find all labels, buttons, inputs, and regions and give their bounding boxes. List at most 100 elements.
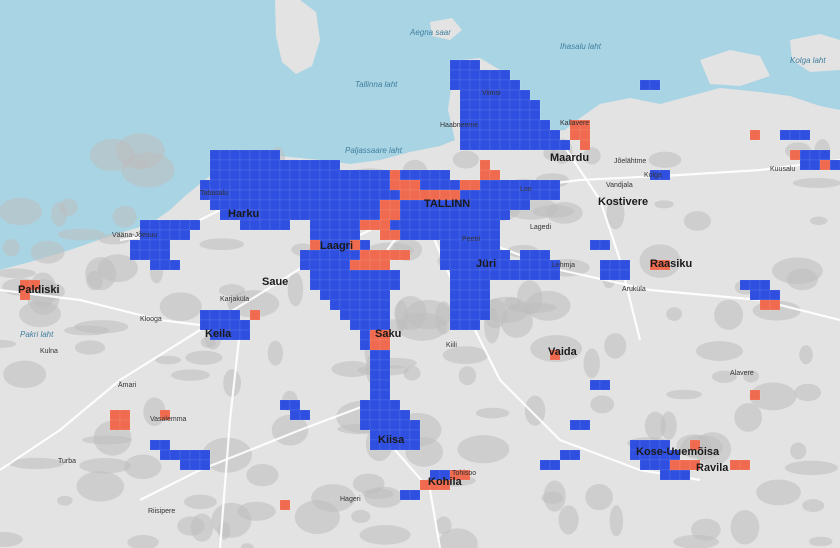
high-cluster-cell — [639, 449, 651, 461]
high-cluster-cell — [229, 209, 241, 221]
high-cluster-cell — [129, 239, 141, 251]
high-cluster-cell — [649, 169, 661, 181]
high-cluster-cell — [819, 149, 831, 161]
high-cluster-cell — [319, 169, 331, 181]
high-cluster-cell — [169, 259, 181, 271]
high-cluster-cell — [289, 179, 301, 191]
high-cluster-cell — [339, 199, 351, 211]
terrain-patch — [394, 295, 427, 331]
high-cluster-cell — [339, 309, 351, 321]
high-cluster-cell — [349, 219, 361, 231]
high-cluster-cell — [609, 259, 621, 271]
high-cluster-cell — [519, 179, 531, 191]
high-cluster-cell — [469, 249, 481, 261]
high-cluster-cell — [479, 299, 491, 311]
low-cluster-cell — [379, 339, 391, 351]
high-cluster-cell — [239, 189, 251, 201]
terrain-patch — [683, 211, 711, 231]
high-cluster-cell — [459, 219, 471, 231]
low-cluster-cell — [669, 459, 681, 471]
terrain-patch — [159, 292, 202, 321]
high-cluster-cell — [469, 229, 481, 241]
high-cluster-cell — [659, 169, 671, 181]
high-cluster-cell — [329, 289, 341, 301]
high-cluster-cell — [449, 289, 461, 301]
high-cluster-cell — [309, 179, 321, 191]
terrain-patch — [56, 495, 73, 506]
high-cluster-cell — [489, 189, 501, 201]
high-cluster-cell — [289, 209, 301, 221]
high-cluster-cell — [739, 279, 751, 291]
high-cluster-cell — [379, 289, 391, 301]
terrain-patch — [792, 178, 840, 188]
high-cluster-cell — [479, 89, 491, 101]
high-cluster-cell — [549, 189, 561, 201]
high-cluster-cell — [369, 379, 381, 391]
low-cluster-cell — [279, 499, 291, 511]
high-cluster-cell — [379, 399, 391, 411]
high-cluster-cell — [429, 199, 441, 211]
high-cluster-cell — [469, 59, 481, 71]
high-cluster-cell — [529, 119, 541, 131]
high-cluster-cell — [329, 279, 341, 291]
high-cluster-cell — [599, 379, 611, 391]
high-cluster-cell — [399, 439, 411, 451]
high-cluster-cell — [149, 249, 161, 261]
high-cluster-cell — [449, 319, 461, 331]
high-cluster-cell — [249, 169, 261, 181]
high-cluster-cell — [429, 179, 441, 191]
high-cluster-cell — [369, 409, 381, 421]
high-cluster-cell — [469, 79, 481, 91]
high-cluster-cell — [179, 219, 191, 231]
high-cluster-cell — [469, 309, 481, 321]
terrain-patch — [30, 240, 65, 264]
high-cluster-cell — [189, 459, 201, 471]
low-cluster-cell — [689, 459, 701, 471]
low-cluster-cell — [429, 479, 441, 491]
high-cluster-cell — [279, 209, 291, 221]
high-cluster-cell — [349, 209, 361, 221]
high-cluster-cell — [159, 249, 171, 261]
terrain-patch — [711, 370, 737, 383]
high-cluster-cell — [529, 249, 541, 261]
high-cluster-cell — [479, 129, 491, 141]
high-cluster-cell — [369, 269, 381, 281]
terrain-patch — [802, 499, 825, 513]
high-cluster-cell — [349, 169, 361, 181]
high-cluster-cell — [349, 279, 361, 291]
low-cluster-cell — [449, 469, 461, 481]
high-cluster-cell — [439, 249, 451, 261]
high-cluster-cell — [469, 69, 481, 81]
high-cluster-cell — [299, 189, 311, 201]
map-view[interactable]: Tallinna laht Aegna saar Ihasalu laht Ko… — [0, 0, 840, 548]
high-cluster-cell — [449, 299, 461, 311]
low-cluster-cell — [789, 149, 801, 161]
high-cluster-cell — [229, 329, 241, 341]
terrain-patch — [64, 325, 110, 336]
high-cluster-cell — [149, 239, 161, 251]
high-cluster-cell — [359, 419, 371, 431]
low-cluster-cell — [409, 189, 421, 201]
high-cluster-cell — [369, 169, 381, 181]
high-cluster-cell — [749, 279, 761, 291]
high-cluster-cell — [449, 219, 461, 231]
high-cluster-cell — [449, 309, 461, 321]
high-cluster-cell — [469, 269, 481, 281]
high-cluster-cell — [469, 319, 481, 331]
high-cluster-cell — [359, 329, 371, 341]
high-cluster-cell — [459, 109, 471, 121]
low-cluster-cell — [549, 349, 561, 361]
high-cluster-cell — [379, 429, 391, 441]
low-cluster-cell — [729, 459, 741, 471]
high-cluster-cell — [389, 219, 401, 231]
high-cluster-cell — [459, 279, 471, 291]
high-cluster-cell — [529, 269, 541, 281]
high-cluster-cell — [509, 179, 521, 191]
high-cluster-cell — [259, 209, 271, 221]
terrain-patch — [362, 488, 394, 500]
high-cluster-cell — [479, 119, 491, 131]
terrain-patch — [666, 389, 703, 400]
high-cluster-cell — [379, 279, 391, 291]
high-cluster-cell — [409, 419, 421, 431]
high-cluster-cell — [499, 89, 511, 101]
